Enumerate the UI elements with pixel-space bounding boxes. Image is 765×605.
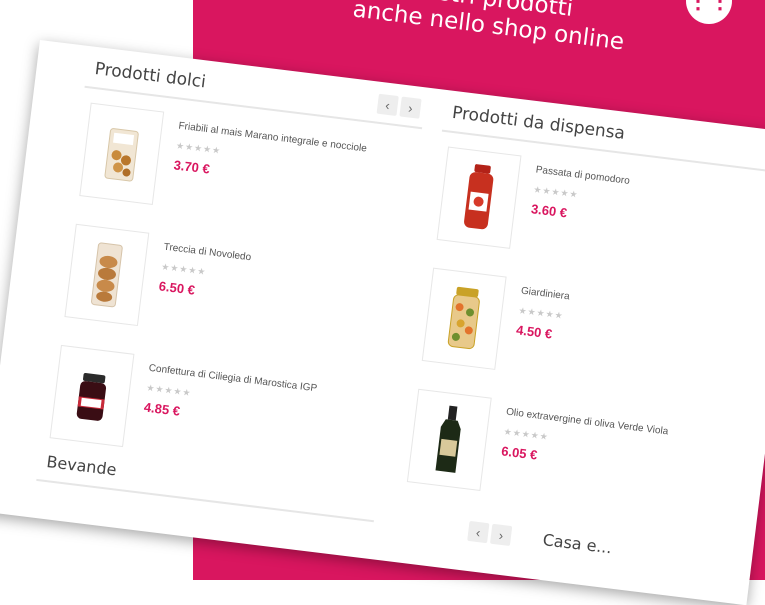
next-button[interactable]: › [489, 523, 513, 547]
section-title: Prodotti da dispensa [450, 102, 627, 144]
product-info: Treccia di Novoledo ★★★★★ 6.50 € [158, 241, 383, 320]
tomato-jar-icon[interactable] [436, 146, 522, 249]
oil-bottle-icon[interactable] [406, 388, 492, 492]
next-button[interactable]: › [399, 96, 422, 119]
jam-jar-icon[interactable] [49, 344, 135, 448]
section-title-casa: Casa e... [541, 530, 613, 558]
section-title: Bevande [45, 452, 118, 480]
bread-bag-icon[interactable] [64, 223, 150, 327]
shop-preview-card: Prodotti dolci ‹ › Friabili al mais Mara… [0, 40, 765, 605]
section-prodotti-dolci: Prodotti dolci ‹ › Friabili al mais Mara… [40, 46, 428, 492]
carousel-nav: ‹ › [376, 93, 422, 119]
section-prodotti-da-dispensa: Prodotti da dispensa Passata di pomodoro… [397, 89, 765, 536]
product-info: Giardiniera ★★★★★ 4.50 € [515, 285, 740, 364]
product-info: Confettura di Ciliegia di Marostica IGP … [143, 362, 368, 441]
product-info: Olio extravergine di oliva Verde Viola ★… [500, 406, 725, 485]
prev-button[interactable]: ‹ [467, 520, 490, 544]
carousel-nav: ‹ › [467, 520, 513, 547]
product-info: Friabili al mais Marano integrale e nocc… [173, 120, 398, 199]
cookie-bag-icon[interactable] [79, 102, 165, 205]
section-title: Prodotti dolci [93, 58, 207, 93]
prev-button[interactable]: ‹ [376, 93, 399, 117]
pickles-jar-icon[interactable] [421, 267, 507, 370]
product-info: Passata di pomodoro ★★★★★ 3.60 € [530, 163, 755, 242]
